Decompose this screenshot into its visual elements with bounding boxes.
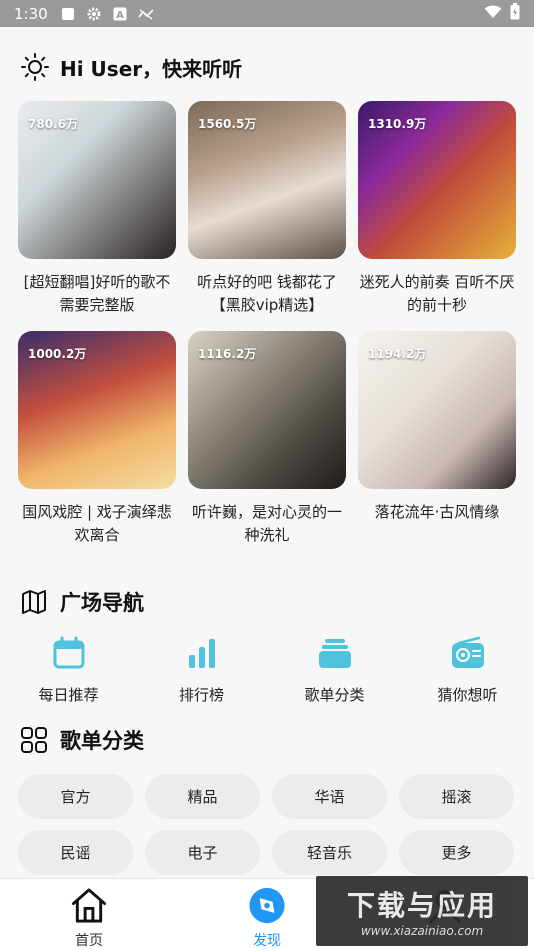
play-count: 780.6万 (28, 117, 78, 131)
playlist-title[interactable]: 听点好的吧 钱都花了【黑胶vip精选】 (188, 271, 346, 319)
play-count: 1116.2万 (198, 347, 257, 361)
playlist-title[interactable]: [超短翻唱]好听的歌不需要完整版 (18, 271, 176, 319)
radio-icon (451, 636, 484, 668)
square-icon (60, 6, 76, 22)
plaza-nav-header: 广场导航 (20, 587, 144, 617)
gear-icon (86, 6, 102, 22)
playlist-grid: 780.6万 [超短翻唱]好听的歌不需要完整版 1560.5万 听点好的吧 钱都… (18, 101, 516, 549)
playlist-title[interactable]: 迷死人的前奏 百听不厌的前十秒 (358, 271, 516, 319)
category-chip[interactable]: 电子 (145, 830, 260, 875)
nav-label: 歌单分类 (304, 686, 365, 704)
playlist-card[interactable]: 1194.2万 落花流年·古风情缘 (358, 331, 516, 549)
playlist-title[interactable]: 国风戏腔 | 戏子演绎悲欢离合 (18, 501, 176, 549)
category-chip[interactable]: 民谣 (18, 830, 133, 875)
status-right (484, 3, 520, 24)
playlist-cover[interactable]: 780.6万 (18, 101, 176, 259)
category-grid: 官方 精品 华语 摇滚 民谣 电子 轻音乐 更多 (18, 774, 516, 875)
bar-chart-icon (188, 639, 215, 668)
playlist-card[interactable]: 1000.2万 国风戏腔 | 戏子演绎悲欢离合 (18, 331, 176, 549)
category-chip-more[interactable]: 更多 (399, 830, 514, 875)
calendar-icon (53, 636, 84, 669)
watermark-title: 下载与应用 (346, 889, 497, 922)
playlist-title[interactable]: 听许巍，是对心灵的一种洗礼 (188, 501, 346, 549)
watermark-url: www.xiazainiao.com (360, 924, 484, 938)
plaza-nav-title: 广场导航 (60, 591, 144, 615)
wifi-icon (484, 5, 502, 23)
playlist-cover[interactable]: 1560.5万 (188, 101, 346, 259)
home-icon (71, 888, 107, 923)
tab-label: 发现 (253, 933, 281, 949)
playlist-card[interactable]: 1116.2万 听许巍，是对心灵的一种洗礼 (188, 331, 346, 549)
playlist-card[interactable]: 1560.5万 听点好的吧 钱都花了【黑胶vip精选】 (188, 101, 346, 319)
status-time: 1:30 (14, 4, 48, 23)
tab-label: 首页 (75, 933, 103, 949)
svg-text:A: A (116, 10, 124, 21)
map-icon (22, 590, 46, 614)
play-count: 1560.5万 (198, 117, 257, 131)
grid-icon (21, 727, 47, 753)
nav-label: 每日推荐 (38, 686, 99, 704)
playlist-card[interactable]: 1310.9万 迷死人的前奏 百听不厌的前十秒 (358, 101, 516, 319)
nav-playlist-category[interactable]: 歌单分类 (270, 636, 399, 705)
signal-off-icon (138, 6, 154, 22)
plaza-nav-grid: 每日推荐 排行榜 歌单分类 猜你想听 (0, 636, 534, 705)
playlist-cover[interactable]: 1310.9万 (358, 101, 516, 259)
nav-guess-you-like[interactable]: 猜你想听 (403, 636, 532, 705)
a-icon: A (112, 6, 128, 22)
play-count: 1000.2万 (28, 347, 87, 361)
playlist-cover[interactable]: 1116.2万 (188, 331, 346, 489)
category-chip[interactable]: 华语 (272, 774, 387, 819)
watermark: 下载与应用 www.xiazainiao.com (316, 876, 528, 946)
category-chip[interactable]: 官方 (18, 774, 133, 819)
play-count: 1194.2万 (368, 347, 427, 361)
category-title: 歌单分类 (60, 729, 144, 753)
category-chip[interactable]: 精品 (145, 774, 260, 819)
category-chip[interactable]: 轻音乐 (272, 830, 387, 875)
nav-daily-recommend[interactable]: 每日推荐 (4, 636, 133, 705)
greeting-header: Hi User，快来听听 (20, 52, 242, 82)
tab-home[interactable]: 首页 (0, 879, 178, 950)
play-count: 1310.9万 (368, 117, 427, 131)
battery-icon (510, 3, 520, 24)
playlist-cover[interactable]: 1000.2万 (18, 331, 176, 489)
category-chip[interactable]: 摇滚 (399, 774, 514, 819)
sun-icon (21, 53, 49, 81)
nav-rankings[interactable]: 排行榜 (137, 636, 266, 705)
stack-icon (318, 639, 351, 668)
status-bar: 1:30 A (0, 0, 534, 27)
playlist-cover[interactable]: 1194.2万 (358, 331, 516, 489)
category-header: 歌单分类 (20, 725, 144, 755)
discover-icon (249, 887, 285, 924)
nav-label: 排行榜 (178, 686, 224, 704)
playlist-title[interactable]: 落花流年·古风情缘 (358, 501, 516, 549)
nav-label: 猜你想听 (437, 686, 498, 704)
playlist-card[interactable]: 780.6万 [超短翻唱]好听的歌不需要完整版 (18, 101, 176, 319)
greeting-text: Hi User，快来听听 (60, 56, 243, 81)
